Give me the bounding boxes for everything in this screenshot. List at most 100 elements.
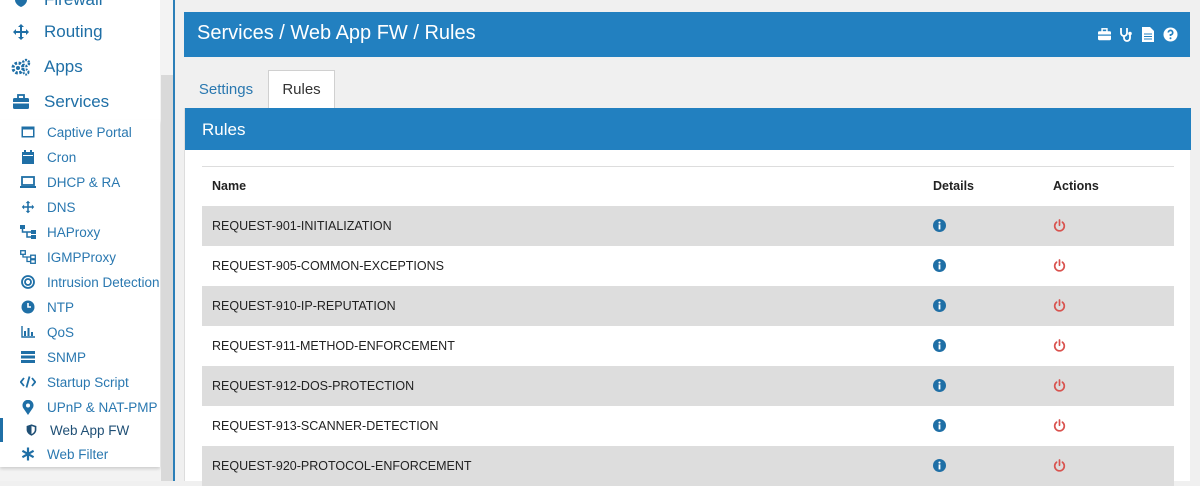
sidebar-top-menu: Firewall Routing Apps Services: [0, 0, 160, 120]
sidebar-item-routing[interactable]: Routing: [0, 14, 160, 49]
server-icon: [20, 349, 36, 365]
column-header-actions: Actions: [1053, 179, 1099, 193]
table-row: REQUEST-905-COMMON-EXCEPTIONS: [202, 246, 1174, 286]
sidebar-item-upnp[interactable]: UPnP & NAT-PMP: [0, 395, 160, 419]
power-icon[interactable]: [1053, 299, 1066, 312]
info-icon[interactable]: [933, 419, 946, 432]
breadcrumb: Services / Web App FW / Rules: [197, 22, 476, 44]
rule-name: REQUEST-912-DOS-PROTECTION: [212, 379, 415, 393]
rule-name: REQUEST-920-PROTOCOL-ENFORCEMENT: [212, 459, 472, 473]
stethoscope-icon[interactable]: [1118, 26, 1134, 42]
info-icon[interactable]: [933, 459, 946, 472]
column-header-name[interactable]: Name: [212, 179, 246, 193]
info-icon[interactable]: [933, 379, 946, 392]
power-icon[interactable]: [1053, 259, 1066, 272]
rule-name: REQUEST-910-IP-REPUTATION: [212, 299, 396, 313]
map-marker-icon: [20, 399, 36, 415]
sidebar-item-dhcp[interactable]: DHCP & RA: [0, 170, 160, 194]
clock-icon: [20, 299, 36, 315]
arrows-icon: [11, 22, 31, 42]
rule-name: REQUEST-913-SCANNER-DETECTION: [212, 419, 439, 433]
sidebar-item-label: Startup Script: [47, 374, 129, 390]
sidebar-item-label: Captive Portal: [47, 124, 132, 140]
code-icon: [20, 374, 36, 390]
arrows-icon: [20, 199, 36, 215]
page-header: Services / Web App FW / Rules: [184, 12, 1190, 57]
sidebar-item-label: Firewall: [44, 0, 103, 10]
sidebar-item-snmp[interactable]: SNMP: [0, 345, 160, 369]
laptop-icon: [20, 174, 36, 190]
bar-chart-icon: [20, 324, 36, 340]
sidebar-item-label: Cron: [47, 149, 77, 165]
sidebar-item-label: NTP: [47, 299, 74, 315]
help-icon[interactable]: [1162, 26, 1178, 42]
power-icon[interactable]: [1053, 419, 1066, 432]
sidebar-item-web-app-fw[interactable]: Web App FW: [0, 418, 160, 442]
sidebar-item-label: HAProxy: [47, 224, 101, 240]
sidebar-item-qos[interactable]: QoS: [0, 320, 160, 344]
sitemap-icon: [20, 224, 36, 240]
briefcase-icon[interactable]: [1096, 26, 1112, 42]
power-icon[interactable]: [1053, 459, 1066, 472]
sidebar-item-cron[interactable]: Cron: [0, 145, 160, 169]
power-icon[interactable]: [1053, 219, 1066, 232]
sidebar-item-label: Apps: [44, 56, 83, 76]
power-icon[interactable]: [1053, 339, 1066, 352]
sidebar-item-dns[interactable]: DNS: [0, 195, 160, 219]
rule-name: REQUEST-911-METHOD-ENFORCEMENT: [212, 339, 455, 353]
sidebar-item-label: Intrusion Detection: [47, 274, 160, 290]
main-content: Services / Web App FW / Rules Settings R…: [184, 12, 1191, 486]
sidebar-item-igmpproxy[interactable]: IGMPProxy: [0, 245, 160, 269]
bullseye-icon: [20, 274, 36, 290]
table-row: REQUEST-901-INITIALIZATION: [202, 206, 1174, 246]
sidebar-item-label: IGMPProxy: [47, 249, 117, 265]
panel-title: Rules: [185, 108, 1191, 150]
info-icon[interactable]: [933, 219, 946, 232]
sidebar-item-ntp[interactable]: NTP: [0, 295, 160, 319]
calendar-icon: [20, 149, 36, 165]
rule-name: REQUEST-905-COMMON-EXCEPTIONS: [212, 259, 444, 273]
sidebar-item-startup-script[interactable]: Startup Script: [0, 370, 160, 394]
table-row: REQUEST-920-PROTOCOL-ENFORCEMENT: [202, 446, 1174, 486]
header-actions: [1096, 26, 1178, 42]
briefcase-icon: [11, 92, 31, 112]
info-icon[interactable]: [933, 339, 946, 352]
rules-panel: Rules Name Details Actions REQUEST-901-I…: [184, 108, 1191, 486]
column-header-details: Details: [933, 179, 974, 193]
sidebar-item-label: Web Filter: [47, 446, 109, 462]
table-row: REQUEST-910-IP-REPUTATION: [202, 286, 1174, 326]
sidebar-item-apps[interactable]: Apps: [0, 49, 160, 84]
sidebar-item-label: Web App FW: [50, 422, 130, 438]
sidebar: Firewall Routing Apps Services Captive P…: [0, 0, 174, 481]
window-icon: [20, 124, 36, 140]
sidebar-item-label: QoS: [47, 324, 75, 340]
services-submenu: Captive Portal Cron DHCP & RA DNS HAProx…: [0, 120, 160, 467]
power-icon[interactable]: [1053, 379, 1066, 392]
sidebar-item-label: DNS: [47, 199, 76, 215]
rule-name: REQUEST-901-INITIALIZATION: [212, 219, 392, 233]
sidebar-item-haproxy[interactable]: HAProxy: [0, 220, 160, 244]
sidebar-item-label: SNMP: [47, 349, 87, 365]
sidebar-item-captive-portal[interactable]: Captive Portal: [0, 120, 160, 144]
table-header: Name Details Actions: [202, 166, 1174, 206]
cogs-icon: [11, 57, 31, 77]
sidebar-scrollbar[interactable]: [161, 75, 173, 481]
file-icon[interactable]: [1140, 26, 1156, 42]
tab-settings[interactable]: Settings: [184, 70, 268, 108]
sidebar-item-label: Services: [44, 91, 110, 111]
tab-rules[interactable]: Rules: [268, 70, 335, 108]
shield-icon: [11, 0, 31, 10]
shield-icon: [23, 422, 39, 438]
sitemap-outline-icon: [20, 249, 36, 265]
table-row: REQUEST-912-DOS-PROTECTION: [202, 366, 1174, 406]
info-icon[interactable]: [933, 299, 946, 312]
asterisk-icon: [20, 446, 36, 462]
sidebar-item-services[interactable]: Services: [0, 84, 160, 119]
sidebar-item-label: UPnP & NAT-PMP: [47, 399, 158, 415]
sidebar-item-web-filter[interactable]: Web Filter: [0, 442, 160, 466]
table-row: REQUEST-911-METHOD-ENFORCEMENT: [202, 326, 1174, 366]
info-icon[interactable]: [933, 259, 946, 272]
sidebar-item-label: Routing: [44, 21, 103, 41]
table-row: REQUEST-913-SCANNER-DETECTION: [202, 406, 1174, 446]
sidebar-item-intrusion-detection[interactable]: Intrusion Detection: [0, 270, 160, 294]
